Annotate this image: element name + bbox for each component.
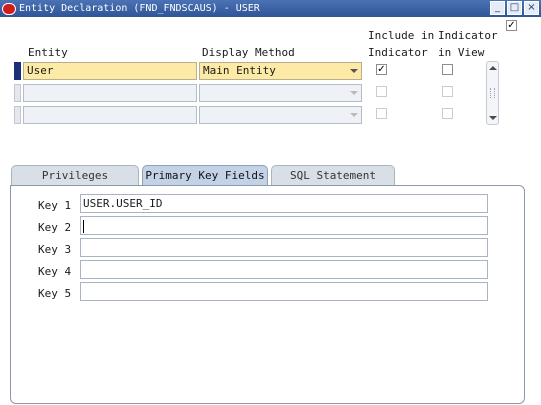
include-indicator-checkbox[interactable]: ✓: [376, 64, 387, 75]
tab-sql-statement[interactable]: SQL Statement: [271, 165, 395, 185]
chevron-down-icon: [350, 113, 358, 117]
check-mark-icon: ✓: [507, 20, 516, 31]
entity-field[interactable]: [23, 106, 197, 124]
entity-field[interactable]: User: [23, 62, 197, 80]
include-indicator-checkbox[interactable]: [376, 86, 387, 97]
scrollbar-thumb[interactable]: [490, 88, 495, 98]
window-controls: _ □ ×: [490, 1, 539, 15]
form-body: ✓ Include in Indicator Entity Display Me…: [0, 17, 541, 405]
indicator-in-view-checkbox[interactable]: [442, 108, 453, 119]
tab-privileges[interactable]: Privileges: [11, 165, 139, 185]
scroll-down-arrow-icon[interactable]: [489, 116, 497, 120]
include-header-line1: Include in: [368, 29, 435, 42]
display-method-value: Main Entity: [203, 64, 276, 77]
indicator-header-line1: Indicator: [438, 29, 498, 42]
text-cursor: [83, 219, 84, 233]
display-method-select[interactable]: [199, 106, 362, 124]
maximize-button[interactable]: □: [507, 1, 522, 15]
key-2-label: Key 2: [38, 221, 72, 234]
window-title-bar: Entity Declaration (FND_FNDSCAUS) - USER…: [0, 0, 541, 17]
entity-column-header: Entity: [28, 46, 68, 59]
include-header-line2: Indicator: [368, 46, 428, 59]
indicator-in-view-checkbox[interactable]: [442, 86, 453, 97]
row-indicator[interactable]: [14, 84, 21, 102]
key-5-label: Key 5: [38, 287, 72, 300]
display-method-select[interactable]: [199, 84, 362, 102]
tab-primary-key-fields[interactable]: Primary Key Fields: [142, 165, 268, 186]
key-1-label: Key 1: [38, 199, 72, 212]
key-4-field[interactable]: [80, 260, 488, 279]
key-2-field[interactable]: [80, 216, 488, 235]
include-indicator-checkbox[interactable]: [376, 108, 387, 119]
display-method-column-header: Display Method: [202, 46, 295, 59]
row-indicator[interactable]: [14, 106, 21, 124]
scroll-up-arrow-icon[interactable]: [489, 66, 497, 70]
oracle-logo-icon: [2, 2, 16, 15]
window-title: Entity Declaration (FND_FNDSCAUS) - USER: [19, 3, 260, 14]
header-checkbox[interactable]: ✓: [506, 20, 517, 31]
close-button[interactable]: ×: [524, 1, 539, 15]
key-5-field[interactable]: [80, 282, 488, 301]
key-3-label: Key 3: [38, 243, 72, 256]
records-scrollbar[interactable]: [486, 61, 499, 125]
chevron-down-icon: [350, 91, 358, 95]
minimize-button[interactable]: _: [490, 1, 505, 15]
key-4-label: Key 4: [38, 265, 72, 278]
key-1-field[interactable]: USER.USER_ID: [80, 194, 488, 213]
indicator-header-line2: in View: [438, 46, 485, 59]
check-mark-icon: ✓: [377, 64, 386, 75]
indicator-in-view-checkbox[interactable]: [442, 64, 453, 75]
entity-field[interactable]: [23, 84, 197, 102]
chevron-down-icon: [350, 69, 358, 73]
display-method-select[interactable]: Main Entity: [199, 62, 362, 80]
row-indicator-current[interactable]: [14, 62, 21, 80]
key-3-field[interactable]: [80, 238, 488, 257]
